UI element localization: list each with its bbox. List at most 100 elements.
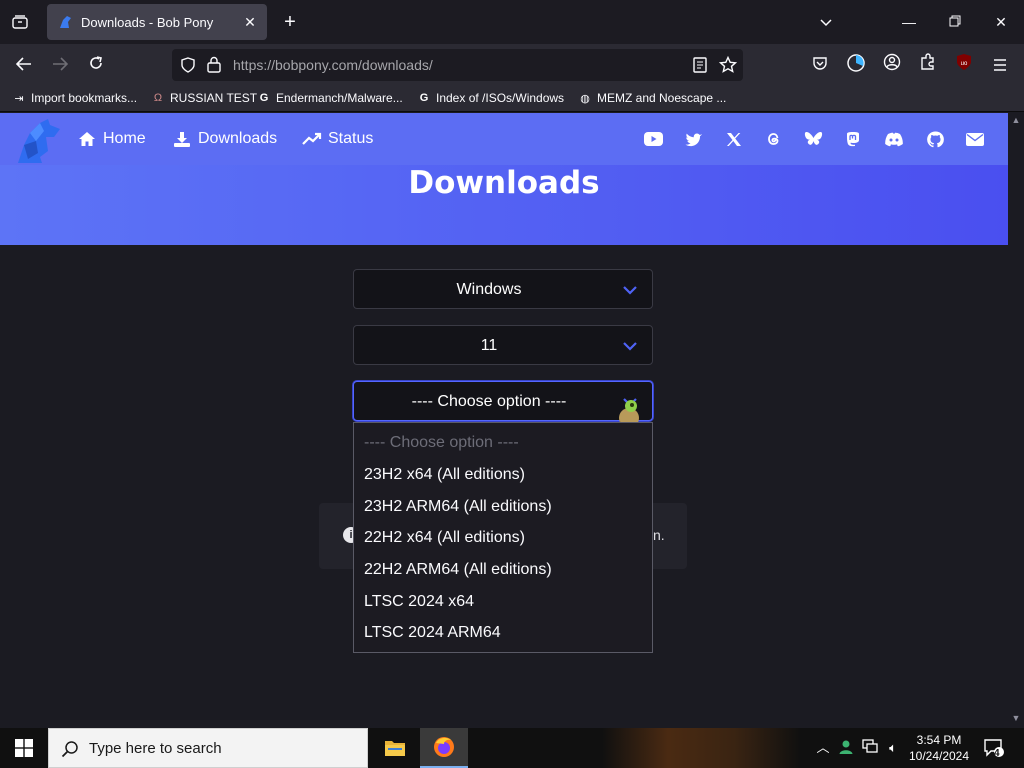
build-options-dropdown[interactable]: ---- Choose option ---- 23H2 x64 (All ed… <box>353 422 653 653</box>
version-select[interactable]: 11 <box>353 325 653 365</box>
os-select-value: Windows <box>456 281 522 298</box>
nav-downloads-label: Downloads <box>198 130 278 147</box>
account-button[interactable] <box>880 53 904 77</box>
youtube-icon[interactable] <box>642 129 664 149</box>
shield-icon[interactable] <box>180 57 196 73</box>
page-scrollbar[interactable]: ▲ ▼ <box>1008 113 1024 727</box>
url-path: /downloads/ <box>358 57 433 73</box>
hamburger-menu-icon <box>994 59 1006 71</box>
page-title: Downloads <box>408 165 600 201</box>
tab-bar: Downloads - Bob Pony ✕ + — ✕ <box>0 0 1024 44</box>
notification-center-button[interactable]: 4 <box>983 739 1005 759</box>
threads-icon[interactable] <box>762 129 784 149</box>
extensions-button[interactable] <box>916 53 940 77</box>
page-content: Downloads Home Downloads Status Windows … <box>0 113 1008 727</box>
reload-icon <box>90 56 102 69</box>
tab-close-icon[interactable]: ✕ <box>241 13 259 31</box>
nav-status[interactable]: Status <box>302 130 373 148</box>
dropdown-option[interactable]: 23H2 x64 (All editions) <box>364 466 525 484</box>
firefox-icon <box>434 737 454 757</box>
bookmark-russian-test[interactable]: Ω RUSSIAN TEST <box>151 91 257 105</box>
taskbar-firefox[interactable] <box>420 728 468 768</box>
import-icon: ⇥ <box>14 92 24 105</box>
forward-arrow-icon <box>53 57 69 71</box>
mail-icon[interactable] <box>964 129 986 149</box>
restore-icon <box>949 15 961 27</box>
puzzle-icon <box>921 53 934 70</box>
svg-text:uo: uo <box>961 61 968 67</box>
discord-icon[interactable] <box>883 129 905 149</box>
forward-button[interactable] <box>48 53 72 77</box>
nav-downloads[interactable]: Downloads <box>172 130 277 148</box>
bookmarks-toolbar: ⇥ Import bookmarks... Ω RUSSIAN TEST G E… <box>0 86 1024 112</box>
minimize-button[interactable]: — <box>897 10 921 34</box>
google-icon: G <box>259 92 269 104</box>
search-placeholder: Type here to search <box>89 740 222 757</box>
pocket-button[interactable] <box>808 53 832 77</box>
reader-view-icon[interactable] <box>693 57 707 73</box>
people-icon[interactable] <box>837 739 855 757</box>
taskbar-clock[interactable]: 3:54 PM 10/24/2024 <box>904 732 974 764</box>
navigation-toolbar: https://bobpony.com/downloads/ uo <box>0 44 1024 86</box>
google-icon: G <box>419 92 429 104</box>
dropdown-option-placeholder[interactable]: ---- Choose option ---- <box>364 434 519 452</box>
volume-icon[interactable]: 🔈︎ <box>884 739 902 757</box>
clock-date: 10/24/2024 <box>908 749 970 763</box>
os-select[interactable]: Windows <box>353 269 653 309</box>
version-select-value: 11 <box>480 337 498 354</box>
dropdown-option[interactable]: 22H2 ARM64 (All editions) <box>364 561 552 579</box>
nav-home-label: Home <box>103 130 146 147</box>
bookmark-index-isos[interactable]: G Index of /ISOs/Windows <box>417 91 564 105</box>
bookmark-import[interactable]: ⇥ Import bookmarks... <box>12 91 137 105</box>
github-icon[interactable] <box>924 129 946 149</box>
bookmark-label: Index of /ISOs/Windows <box>436 91 565 105</box>
bookmark-label: Import bookmarks... <box>31 91 138 105</box>
new-tab-button[interactable]: + <box>278 10 302 34</box>
pie-timer-icon <box>847 54 865 72</box>
bobpony-logo[interactable] <box>14 117 62 165</box>
dropdown-option[interactable]: 22H2 x64 (All editions) <box>364 529 525 547</box>
reload-button[interactable] <box>84 53 108 77</box>
tab-list-button[interactable] <box>8 11 32 33</box>
bookmark-memz[interactable]: ◍ MEMZ and Noescape ... <box>578 91 726 105</box>
build-select[interactable]: ---- Choose option ---- <box>353 381 653 430</box>
bookmark-label: Endermanch/Malware... <box>276 91 403 105</box>
mastodon-icon[interactable] <box>842 129 864 149</box>
browser-tab[interactable]: Downloads - Bob Pony ✕ <box>47 4 267 40</box>
dropdown-option[interactable]: LTSC 2024 x64 <box>364 593 474 611</box>
scroll-up-icon[interactable]: ▲ <box>1011 115 1021 125</box>
dropdown-option[interactable]: 23H2 ARM64 (All editions) <box>364 498 552 516</box>
windows-logo-icon <box>15 739 33 757</box>
folder-icon <box>385 741 405 756</box>
bluesky-icon[interactable] <box>802 129 824 149</box>
start-button[interactable] <box>0 728 48 768</box>
x-icon[interactable] <box>723 129 745 149</box>
taskbar-search-box[interactable]: Type here to search <box>48 728 368 768</box>
close-window-button[interactable]: ✕ <box>989 10 1013 34</box>
network-icon[interactable] <box>861 739 879 757</box>
star-bookmark-icon[interactable] <box>719 56 737 74</box>
ublock-icon: uo <box>957 54 971 70</box>
restore-button[interactable] <box>943 10 967 34</box>
timer-extension-button[interactable] <box>844 53 868 77</box>
nav-home[interactable]: Home <box>77 130 146 148</box>
url-bar[interactable]: https://bobpony.com/downloads/ <box>172 49 743 81</box>
show-hidden-icons-chevron[interactable]: ︿ <box>814 739 832 757</box>
search-icon <box>61 741 78 758</box>
list-all-tabs-button[interactable] <box>814 10 838 34</box>
account-icon <box>883 53 901 71</box>
bookmark-endermanch[interactable]: G Endermanch/Malware... <box>257 91 403 105</box>
scroll-down-icon[interactable]: ▼ <box>1011 713 1021 723</box>
twitter-icon[interactable] <box>683 129 705 149</box>
app-menu-button[interactable] <box>988 53 1012 77</box>
back-button[interactable] <box>12 53 36 77</box>
back-arrow-icon <box>15 57 31 71</box>
url-text[interactable]: https://bobpony.com/downloads/ <box>233 57 433 73</box>
taskbar-file-explorer[interactable] <box>371 728 419 768</box>
lock-icon[interactable] <box>207 56 221 73</box>
build-select-value: ---- Choose option ---- <box>411 393 567 410</box>
dropdown-option[interactable]: LTSC 2024 ARM64 <box>364 624 501 642</box>
chevron-down-icon <box>623 286 637 295</box>
ublock-button[interactable]: uo <box>952 53 976 77</box>
download-icon <box>172 130 192 148</box>
